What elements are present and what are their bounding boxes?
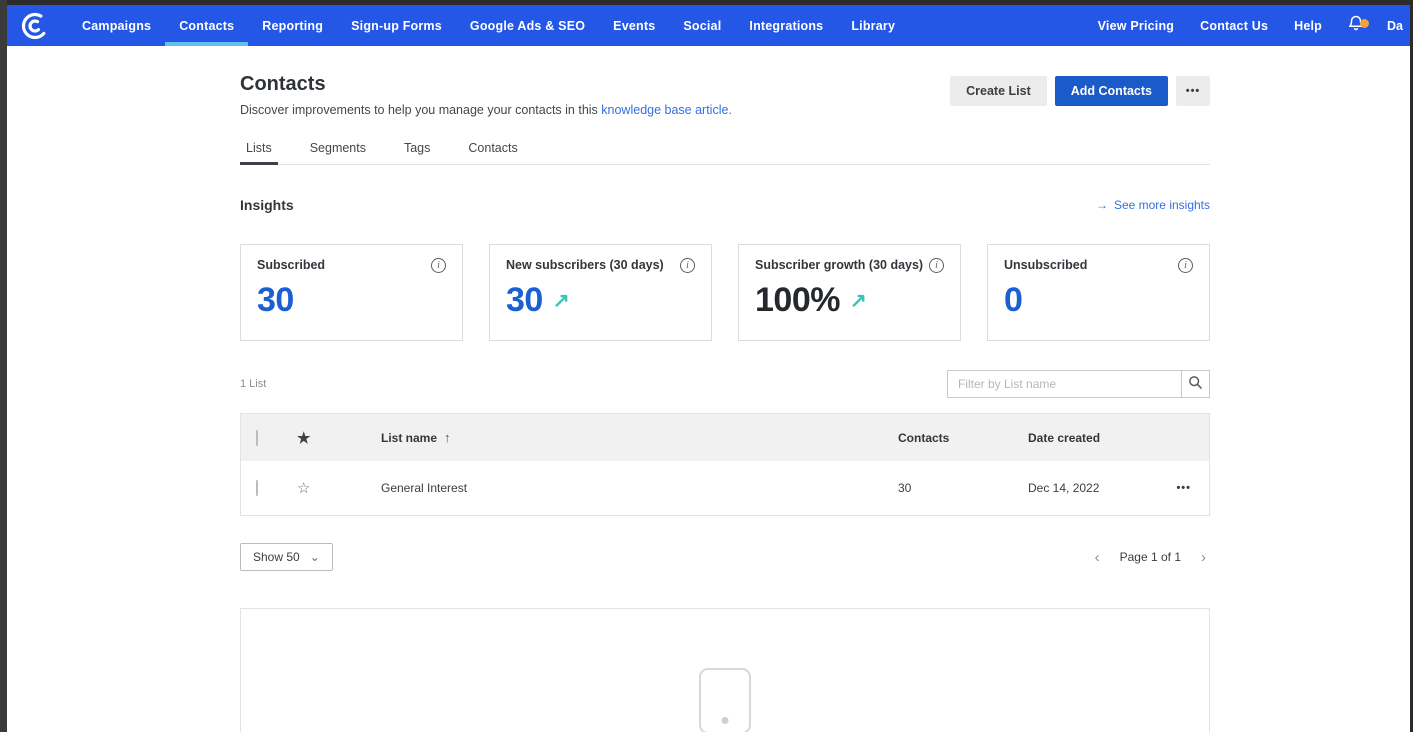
pagination-label: Page 1 of 1 (1120, 550, 1181, 564)
nav-item-library[interactable]: Library (837, 5, 909, 46)
show-per-page-label: Show 50 (253, 550, 300, 564)
nav-item-reporting[interactable]: Reporting (248, 5, 337, 46)
constant-contact-logo-icon[interactable] (20, 11, 50, 41)
pagination: ‹ Page 1 of 1 › (1091, 549, 1210, 566)
table-header-row: ★ List name ↑ Contacts Date created (241, 414, 1209, 461)
page-subtitle: Discover improvements to help you manage… (240, 103, 732, 117)
knowledge-base-link[interactable]: knowledge base article. (601, 103, 732, 117)
chevron-down-icon: ⌄ (310, 550, 320, 564)
info-icon[interactable]: i (431, 258, 446, 273)
nav-item-events[interactable]: Events (599, 5, 669, 46)
add-contacts-button[interactable]: Add Contacts (1055, 76, 1168, 106)
nav-items: Campaigns Contacts Reporting Sign-up For… (68, 5, 909, 46)
nav-item-campaigns[interactable]: Campaigns (68, 5, 165, 46)
stat-card-1: New subscribers (30 days) i 30 ↗ (489, 244, 712, 341)
column-contacts: Contacts (898, 431, 1028, 445)
nav-item-signup-forms[interactable]: Sign-up Forms (337, 5, 456, 46)
row-checkbox[interactable] (256, 480, 258, 496)
notifications-button[interactable] (1335, 14, 1377, 37)
page-header: Contacts Discover improvements to help y… (240, 73, 1210, 117)
insight-cards: Subscribed i 30 ↗ New subscribers (30 da… (240, 244, 1210, 341)
lists-table: ★ List name ↑ Contacts Date created ☆ Gen… (240, 413, 1210, 516)
main-content: Contacts Discover improvements to help y… (240, 46, 1210, 732)
create-list-button[interactable]: Create List (950, 76, 1047, 106)
nav-item-contacts[interactable]: Contacts (165, 5, 248, 46)
stat-card-3: Unsubscribed i 0 ↗ (987, 244, 1210, 341)
stat-card-0: Subscribed i 30 ↗ (240, 244, 463, 341)
phone-icon (699, 668, 751, 732)
contacts-tabs: Lists Segments Tags Contacts (240, 141, 1210, 165)
sort-ascending-icon: ↑ (444, 430, 451, 445)
header-more-button[interactable]: ••• (1176, 76, 1210, 106)
stat-value-1: 30 (506, 281, 543, 320)
insights-heading: Insights (240, 197, 294, 213)
table-footer: Show 50 ⌄ ‹ Page 1 of 1 › (240, 543, 1210, 571)
nav-right: View Pricing Contact Us Help Da (1085, 5, 1403, 46)
column-list-name[interactable]: List name ↑ (381, 430, 898, 445)
list-name-cell[interactable]: General Interest (381, 481, 898, 495)
contacts-count-cell: 30 (898, 481, 1028, 495)
header-actions: Create List Add Contacts ••• (950, 76, 1210, 106)
next-page-button[interactable]: › (1197, 549, 1210, 566)
info-icon[interactable]: i (680, 258, 695, 273)
nav-item-contact-us[interactable]: Contact Us (1187, 19, 1281, 33)
nav-item-help[interactable]: Help (1281, 19, 1335, 33)
nav-item-view-pricing[interactable]: View Pricing (1085, 19, 1188, 33)
page-title: Contacts (240, 73, 732, 96)
nav-item-integrations[interactable]: Integrations (735, 5, 837, 46)
row-more-button[interactable]: ••• (1158, 482, 1209, 494)
tab-lists[interactable]: Lists (240, 141, 278, 164)
notification-badge (1360, 19, 1369, 28)
select-all-checkbox[interactable] (256, 430, 258, 446)
see-more-insights-label: See more insights (1114, 198, 1210, 212)
stat-label: Subscribed (257, 258, 325, 272)
see-more-insights-link[interactable]: → See more insights (1096, 198, 1210, 212)
nav-account-truncated[interactable]: Da (1377, 19, 1403, 33)
trend-up-icon: ↗ (850, 288, 867, 313)
tab-contacts[interactable]: Contacts (462, 141, 523, 164)
star-outline-icon[interactable]: ☆ (297, 480, 310, 497)
arrow-right-icon: → (1096, 198, 1108, 212)
search-button[interactable] (1181, 370, 1210, 398)
previous-page-button[interactable]: ‹ (1091, 549, 1104, 566)
empty-state-card (240, 608, 1210, 732)
search-icon (1188, 375, 1203, 393)
window-edge-left (0, 0, 7, 732)
tab-tags[interactable]: Tags (398, 141, 436, 164)
tab-segments[interactable]: Segments (304, 141, 372, 164)
date-created-cell: Dec 14, 2022 (1028, 481, 1158, 495)
star-filled-icon[interactable]: ★ (297, 430, 310, 447)
nav-item-google-ads-seo[interactable]: Google Ads & SEO (456, 5, 599, 46)
stat-label: Unsubscribed (1004, 258, 1087, 272)
window-edge-top (0, 0, 1413, 5)
stat-value-0: 30 (257, 281, 294, 320)
info-icon[interactable]: i (929, 258, 944, 273)
trend-up-icon: ↗ (553, 288, 570, 313)
list-count-label: 1 List (240, 378, 266, 390)
table-row[interactable]: ☆ General Interest 30 Dec 14, 2022 ••• (241, 461, 1209, 515)
stat-value-2: 100% (755, 281, 840, 320)
page-subtitle-text: Discover improvements to help you manage… (240, 103, 601, 117)
stat-label: Subscriber growth (30 days) (755, 258, 923, 272)
show-per-page-select[interactable]: Show 50 ⌄ (240, 543, 333, 571)
page-header-text: Contacts Discover improvements to help y… (240, 73, 732, 117)
column-list-name-label: List name (381, 431, 437, 445)
stat-card-2: Subscriber growth (30 days) i 100% ↗ (738, 244, 961, 341)
stat-value-3: 0 (1004, 281, 1022, 320)
info-icon[interactable]: i (1178, 258, 1193, 273)
top-nav: Campaigns Contacts Reporting Sign-up For… (0, 5, 1413, 46)
list-toolbar: 1 List (240, 370, 1210, 398)
list-filter (947, 370, 1210, 398)
filter-input[interactable] (947, 370, 1181, 398)
insights-header: Insights → See more insights (240, 197, 1210, 213)
column-date-created: Date created (1028, 431, 1158, 445)
nav-item-social[interactable]: Social (669, 5, 735, 46)
stat-label: New subscribers (30 days) (506, 258, 664, 272)
